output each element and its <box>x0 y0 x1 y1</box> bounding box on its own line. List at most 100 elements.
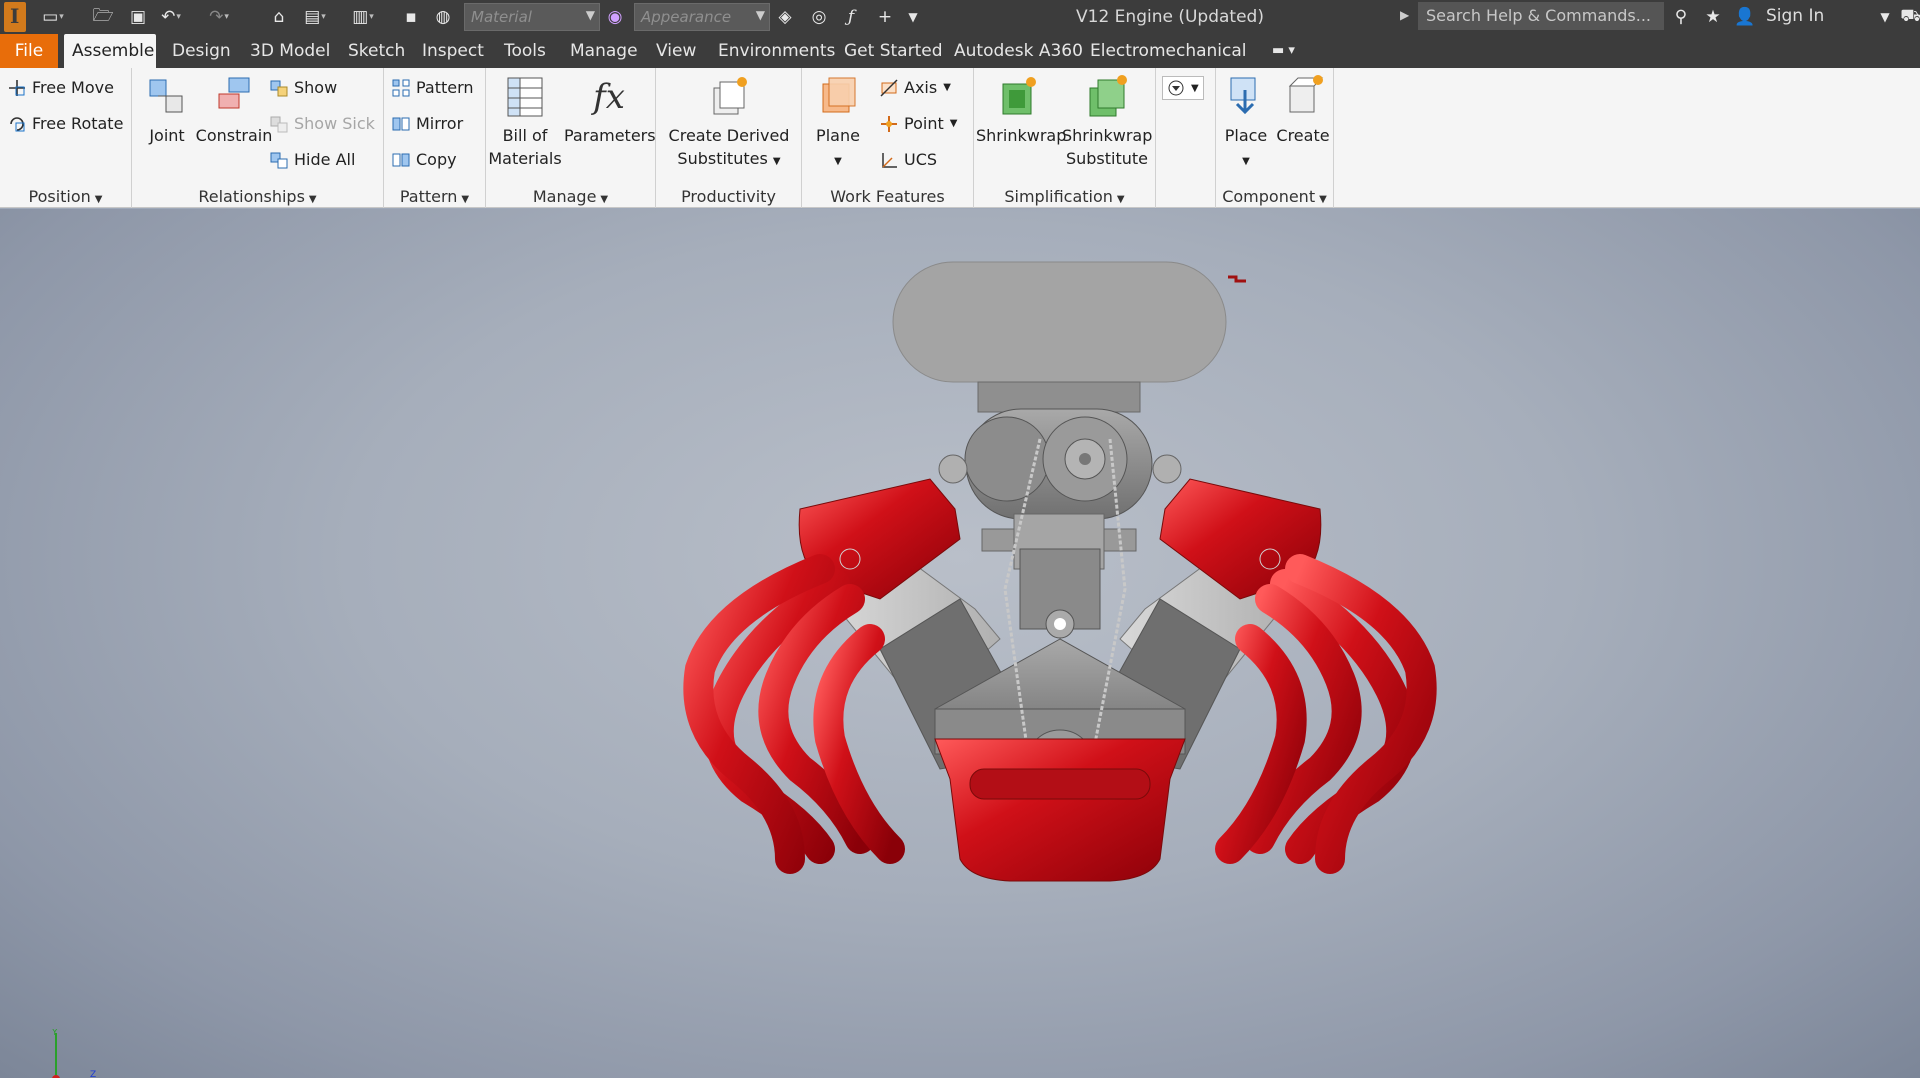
axis-triad[interactable]: Y Z <box>36 1029 96 1078</box>
blower-base <box>977 381 1141 413</box>
tab-tools[interactable]: Tools <box>496 34 554 68</box>
chevron-down-icon: ▼ <box>1116 194 1125 205</box>
pattern-button[interactable]: Pattern <box>392 78 474 97</box>
customize-qa-icon[interactable]: ▼ <box>900 5 926 29</box>
panel-productivity-label[interactable]: Productivity <box>656 187 801 206</box>
place-button[interactable]: Place ▼ <box>1218 68 1274 173</box>
point-button[interactable]: Point ▼ <box>880 114 957 133</box>
tab-file[interactable]: File <box>0 34 58 68</box>
account-dropdown-icon[interactable]: ▼ <box>1872 5 1898 29</box>
tab-assemble[interactable]: Assemble <box>64 34 156 68</box>
chevron-down-icon: ▼ <box>943 82 951 93</box>
home-icon[interactable]: ⌂ <box>266 5 292 29</box>
tab-sketch[interactable]: Sketch <box>340 34 413 68</box>
free-rotate-button[interactable]: Free Rotate <box>8 114 123 133</box>
plus-icon[interactable]: + <box>872 5 898 29</box>
joint-label: Joint <box>149 126 185 145</box>
relationships-label: Relationships <box>198 187 305 206</box>
chevron-down-icon: ▼ <box>94 194 103 205</box>
adjust-appearance-icon[interactable]: ◈ <box>772 5 798 29</box>
tab-get-started[interactable]: Get Started <box>836 34 950 68</box>
place-label: Place <box>1224 126 1268 145</box>
shrinkwrap-button[interactable]: Shrinkwrap <box>976 68 1066 147</box>
title-bar: ▭▾ 🗁 ▣ ↶▾ ↷▾ ⌂ ▤▾ ▥▾ ▪ ◍ Material ▼ ◉ App… <box>0 0 1920 34</box>
panel-component-label[interactable]: Component ▼ <box>1216 187 1333 206</box>
copy-button[interactable]: Copy <box>392 150 457 169</box>
joint-button[interactable]: Joint <box>138 68 196 147</box>
axis-icon <box>880 78 898 97</box>
panel-relationships-label[interactable]: Relationships ▼ <box>132 187 383 206</box>
tab-manage[interactable]: Manage <box>562 34 646 68</box>
redo-icon[interactable]: ↷ ▾ <box>206 5 232 29</box>
sign-in-link[interactable]: Sign In <box>1766 6 1824 26</box>
panel-visibility-icon[interactable]: ▬ ▾ <box>1264 34 1303 68</box>
chevron-down-icon: ▼ <box>585 8 595 22</box>
show-sick-label: Show Sick <box>294 114 375 133</box>
oil-pan <box>934 738 1186 882</box>
material-dropdown[interactable]: Material ▼ <box>464 3 600 31</box>
clear-appearance-icon[interactable]: ◎ <box>806 5 832 29</box>
tab-electromechanical[interactable]: Electromechanical <box>1082 34 1255 68</box>
panel-pattern-label[interactable]: Pattern ▼ <box>384 187 485 206</box>
extra-dropdown-button[interactable]: ▼ <box>1162 76 1204 100</box>
tab-view[interactable]: View <box>648 34 704 68</box>
derived-substitutes-icon <box>708 74 750 120</box>
chevron-down-icon: ▼ <box>949 118 958 129</box>
globe-icon[interactable]: ◍ <box>430 5 456 29</box>
create-derived-substitutes-button[interactable]: Create Derived Substitutes ▼ <box>658 68 800 173</box>
tab-environments[interactable]: Environments <box>710 34 843 68</box>
chevron-down-icon: ▼ <box>461 194 470 205</box>
create-component-button[interactable]: Create <box>1274 68 1332 147</box>
new-file-icon[interactable]: ▭ ▾ <box>40 5 66 29</box>
fx-icon[interactable]: ƒ <box>838 5 864 29</box>
shrinkwrap-icon <box>997 74 1039 120</box>
hide-all-button[interactable]: Hide All <box>270 150 355 169</box>
search-input[interactable]: Search Help & Commands... <box>1418 2 1664 30</box>
mirror-button[interactable]: Mirror <box>392 114 463 133</box>
panel-position-label[interactable]: Position ▼ <box>0 187 131 206</box>
tab-autodesk-a360[interactable]: Autodesk A360 <box>946 34 1091 68</box>
chevron-down-icon: ▼ <box>772 156 781 167</box>
save-icon[interactable]: ▣ <box>125 5 151 29</box>
undo-icon[interactable]: ↶ ▾ <box>158 5 184 29</box>
chevron-down-icon: ▼ <box>755 8 765 22</box>
favorites-star-icon[interactable]: ★ <box>1700 5 1726 29</box>
panel-manage: Bill of Materials fx Parameters Manage ▼ <box>486 68 656 208</box>
axis-button[interactable]: Axis ▼ <box>880 78 951 97</box>
tab-inspect[interactable]: Inspect <box>414 34 492 68</box>
mirror-icon <box>392 115 410 133</box>
inventor-logo-icon[interactable] <box>4 2 26 32</box>
color-wheel-icon[interactable]: ◉ <box>602 5 628 29</box>
chevron-down-icon: ▼ <box>600 194 609 205</box>
panel-work-features-label[interactable]: Work Features <box>802 187 973 206</box>
select-icon[interactable]: ▤ ▾ <box>302 5 328 29</box>
binoculars-icon[interactable]: ⚲ <box>1668 5 1694 29</box>
show-button[interactable]: Show <box>270 78 337 97</box>
panel-simplification-label[interactable]: Simplification ▼ <box>974 187 1155 206</box>
engine-model[interactable] <box>0 209 1920 1078</box>
bill-of-materials-icon <box>504 74 546 120</box>
constrain-button[interactable]: Constrain <box>194 68 274 147</box>
free-move-button[interactable]: Free Move <box>8 78 114 97</box>
open-folder-icon[interactable]: 🗁 <box>90 5 116 29</box>
shrinkwrap-substitute-button[interactable]: Shrinkwrap Substitute <box>1062 68 1152 170</box>
parameters-button[interactable]: fx Parameters <box>564 68 656 147</box>
graphics-viewport[interactable]: Y Z <box>0 209 1920 1078</box>
panel-manage-label[interactable]: Manage ▼ <box>486 187 655 206</box>
search-expand-icon[interactable]: ▶ <box>1400 8 1409 22</box>
appearance-dropdown[interactable]: Appearance ▼ <box>634 3 770 31</box>
ucs-button[interactable]: UCS <box>880 150 937 169</box>
cart-icon[interactable]: ⛟ <box>1898 5 1920 29</box>
chevron-down-icon: ▼ <box>1191 82 1199 94</box>
user-icon[interactable]: 👤 <box>1732 5 1758 29</box>
measure-icon[interactable]: ▥ ▾ <box>350 5 376 29</box>
z-axis-label: Z <box>90 1070 96 1078</box>
position-label: Position <box>28 187 91 206</box>
pattern-icon <box>392 79 410 97</box>
show-sick-button[interactable]: Show Sick <box>270 114 375 133</box>
tab-design[interactable]: Design <box>164 34 239 68</box>
plane-button[interactable]: Plane ▼ <box>806 68 870 173</box>
tab-3d-model[interactable]: 3D Model <box>242 34 338 68</box>
bill-of-materials-button[interactable]: Bill of Materials <box>488 68 562 170</box>
adjust-icon[interactable]: ▪ <box>398 5 424 29</box>
